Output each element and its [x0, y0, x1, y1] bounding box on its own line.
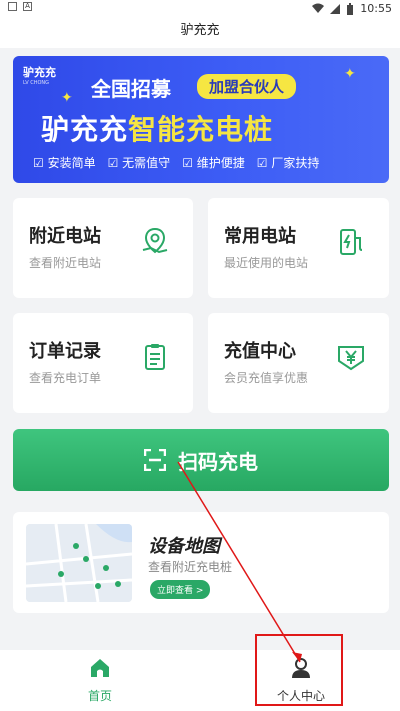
- scan-label: 扫码充电: [178, 449, 258, 474]
- feature-item: ☑ 厂家扶持: [256, 156, 320, 170]
- card-nearby-stations[interactable]: 附近电站 查看附近电站: [13, 198, 193, 298]
- page-title: 驴充充: [0, 18, 400, 48]
- card-recharge-center[interactable]: 充值中心 会员充值享优惠: [208, 313, 389, 413]
- card-title: 常用电站: [224, 226, 296, 247]
- card-subtitle: 最近使用的电站: [224, 256, 309, 270]
- map-pin-icon: [142, 227, 168, 254]
- card-order-history[interactable]: 订单记录 查看充电订单: [13, 313, 193, 413]
- sparkle-icon: ✦: [344, 66, 356, 82]
- map-image: [26, 524, 132, 602]
- tab-label: 首页: [87, 689, 112, 703]
- map-title: 设备地图: [148, 536, 220, 557]
- map-subtitle: 查看附近充电桩: [148, 560, 233, 574]
- card-title: 充值中心: [224, 341, 296, 362]
- banner-headline: 驴充充智能充电桩: [41, 113, 274, 146]
- notification-icon: [8, 2, 17, 11]
- feature-item: ☑ 安装简单: [33, 156, 96, 170]
- notification-a-icon: A: [23, 2, 32, 11]
- feature-list: ☑ 安装简单 ☑ 无需值守 ☑ 维护便捷 ☑ 厂家扶持: [33, 154, 319, 171]
- system-icons: 10:55: [312, 2, 392, 15]
- card-frequent-stations[interactable]: 常用电站 最近使用的电站: [208, 198, 389, 298]
- scan-icon: [144, 449, 166, 471]
- feature-item: ☑ 无需值守: [107, 156, 171, 170]
- device-map-card[interactable]: 设备地图 查看附近充电桩 立即查看 >: [13, 512, 389, 613]
- scan-to-charge-button[interactable]: 扫码充电: [13, 429, 389, 491]
- banner-recruit: 全国招募: [91, 77, 171, 101]
- brand-logo: 驴充充 LV CHONG: [23, 66, 56, 86]
- card-title: 订单记录: [29, 341, 101, 362]
- annotation-highlight-box: [255, 634, 343, 706]
- signal-icon: [330, 4, 341, 14]
- sparkle-icon: ✦: [61, 90, 73, 106]
- notification-icons: A: [8, 2, 32, 11]
- card-subtitle: 查看充电订单: [29, 371, 102, 385]
- map-thumbnail: [26, 524, 132, 602]
- charging-station-icon: [340, 229, 363, 255]
- feature-item: ☑ 维护便捷: [182, 156, 245, 170]
- status-bar: A 10:55: [0, 0, 400, 18]
- promo-banner[interactable]: 驴充充 LV CHONG ✦ ✦ 全国招募 加盟合伙人 驴充充智能充电桩 ☑ 安…: [13, 56, 389, 183]
- card-title: 附近电站: [29, 226, 101, 247]
- view-now-button[interactable]: 立即查看 >: [150, 580, 211, 599]
- clipboard-icon: [145, 344, 165, 370]
- yuan-icon: [338, 346, 364, 371]
- tab-home[interactable]: 首页: [60, 656, 140, 704]
- home-icon: [91, 659, 109, 677]
- battery-icon: [347, 2, 354, 15]
- join-badge: 加盟合伙人: [197, 74, 297, 99]
- card-subtitle: 查看附近电站: [29, 256, 102, 270]
- clock: 10:55: [360, 2, 392, 15]
- wifi-icon: [312, 3, 325, 13]
- card-subtitle: 会员充值享优惠: [224, 371, 309, 385]
